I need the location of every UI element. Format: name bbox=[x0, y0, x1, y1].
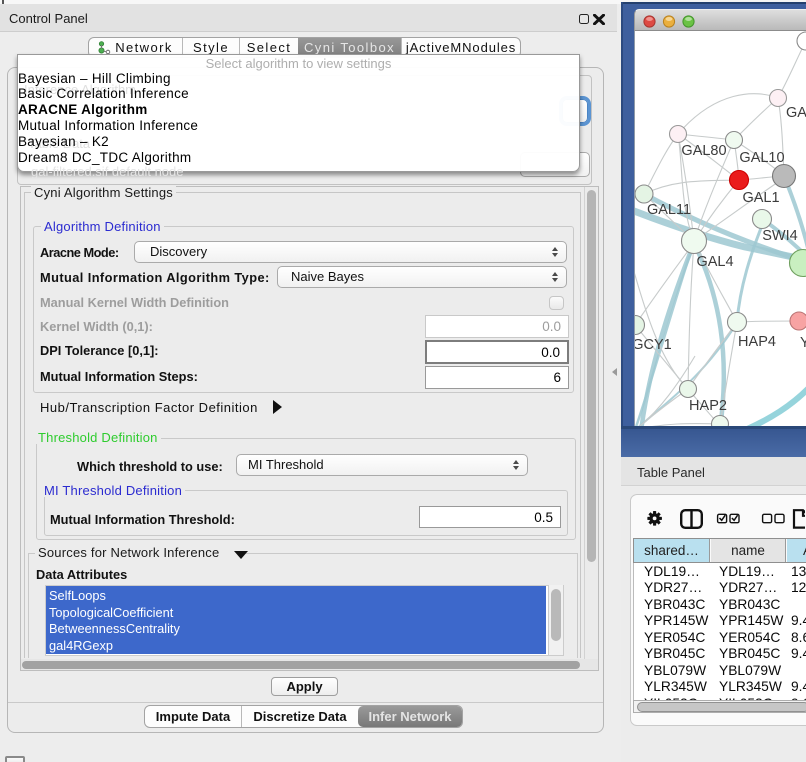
svg-text:GAL10: GAL10 bbox=[739, 150, 784, 166]
svg-text:HAP4: HAP4 bbox=[738, 334, 776, 350]
svg-text:GAL11: GAL11 bbox=[647, 202, 691, 218]
svg-text:SWI4: SWI4 bbox=[762, 228, 797, 244]
svg-text:GAL7: GAL7 bbox=[786, 105, 806, 121]
svg-text:GAL80: GAL80 bbox=[681, 143, 726, 159]
svg-text:GAL4: GAL4 bbox=[696, 254, 733, 270]
svg-text:HAP2: HAP2 bbox=[689, 398, 727, 414]
svg-text:GCY1: GCY1 bbox=[635, 337, 672, 353]
svg-text:GAL1: GAL1 bbox=[742, 190, 779, 206]
svg-text:YJL: YJL bbox=[800, 335, 806, 351]
